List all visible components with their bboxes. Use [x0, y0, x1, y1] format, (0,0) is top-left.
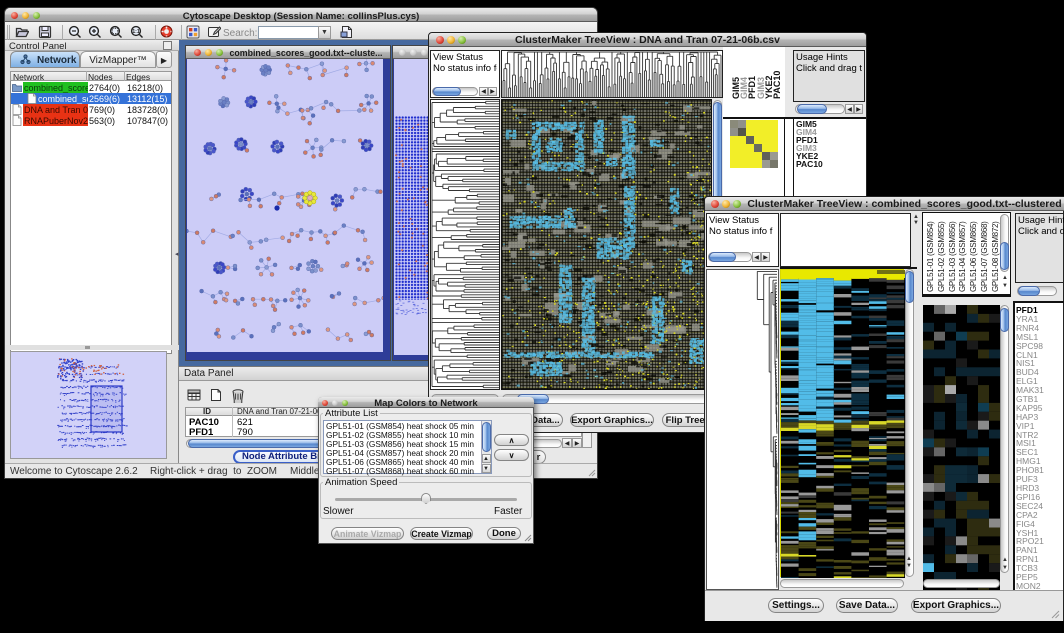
svg-text:1:1: 1:1 [132, 29, 139, 35]
